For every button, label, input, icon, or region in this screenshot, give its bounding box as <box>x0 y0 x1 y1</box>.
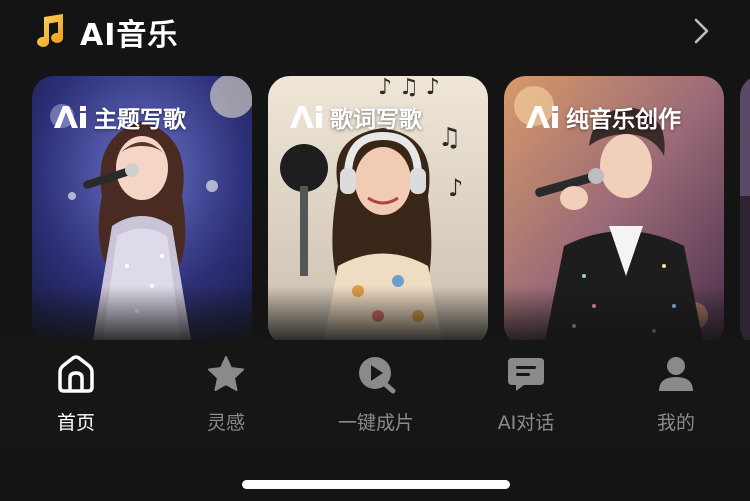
tab-profile[interactable]: 我的 <box>616 354 736 444</box>
card-fade <box>268 286 488 346</box>
card-title: 纯音乐创作 <box>566 107 681 133</box>
star-icon <box>208 356 244 391</box>
home-indicator[interactable] <box>242 480 510 489</box>
card-fade <box>504 286 724 346</box>
music-note-icon <box>37 14 64 47</box>
play-search-icon <box>359 357 396 394</box>
card-peek[interactable] <box>740 76 750 346</box>
tab-one-click-video[interactable]: 一键成片 <box>316 354 436 444</box>
card-theme-song[interactable]: 主题写歌 <box>32 76 252 346</box>
card-label: 歌词写歌 <box>288 100 422 134</box>
tab-label: 我的 <box>656 412 695 434</box>
card-image <box>740 76 750 346</box>
svg-text:♪: ♪ <box>448 174 463 202</box>
person-icon <box>659 357 693 391</box>
tab-label: 灵感 <box>206 412 245 434</box>
card-title: 歌词写歌 <box>330 107 422 133</box>
tab-inspiration[interactable]: 灵感 <box>166 354 286 444</box>
tab-label: 首页 <box>56 412 95 434</box>
card-label: 主题写歌 <box>52 100 186 134</box>
ai-logo-icon <box>526 106 558 128</box>
bottom-tab-bar: 首页 灵感 一键成片 AI对话 我的 <box>0 340 750 450</box>
card-instrumental[interactable]: 纯音乐创作 <box>504 76 724 346</box>
tab-ai-chat[interactable]: AI对话 <box>466 354 586 444</box>
card-lyrics-song[interactable]: ♪ ♫ ♪ ♫ ♪ 歌词写歌 <box>268 76 488 346</box>
feature-card-carousel: 主题写歌 ♪ ♫ ♪ ♫ ♪ 歌词写歌 纯音乐创作 <box>0 76 750 346</box>
section-header: AI音乐 <box>0 0 750 64</box>
tab-label: 一键成片 <box>337 412 414 434</box>
card-fade <box>32 286 252 346</box>
ai-logo-icon <box>54 106 86 128</box>
tab-label: AI对话 <box>497 412 555 434</box>
home-icon <box>58 355 94 393</box>
ai-logo-icon <box>290 106 322 128</box>
chat-icon <box>508 358 544 391</box>
section-title: AI音乐 <box>80 18 179 53</box>
card-title: 主题写歌 <box>94 107 186 133</box>
svg-text:♪ ♫ ♪: ♪ ♫ ♪ <box>378 76 440 100</box>
tab-home[interactable]: 首页 <box>16 354 136 444</box>
svg-text:♫: ♫ <box>438 123 461 153</box>
chevron-right-icon[interactable] <box>690 16 712 46</box>
card-label: 纯音乐创作 <box>524 100 681 134</box>
